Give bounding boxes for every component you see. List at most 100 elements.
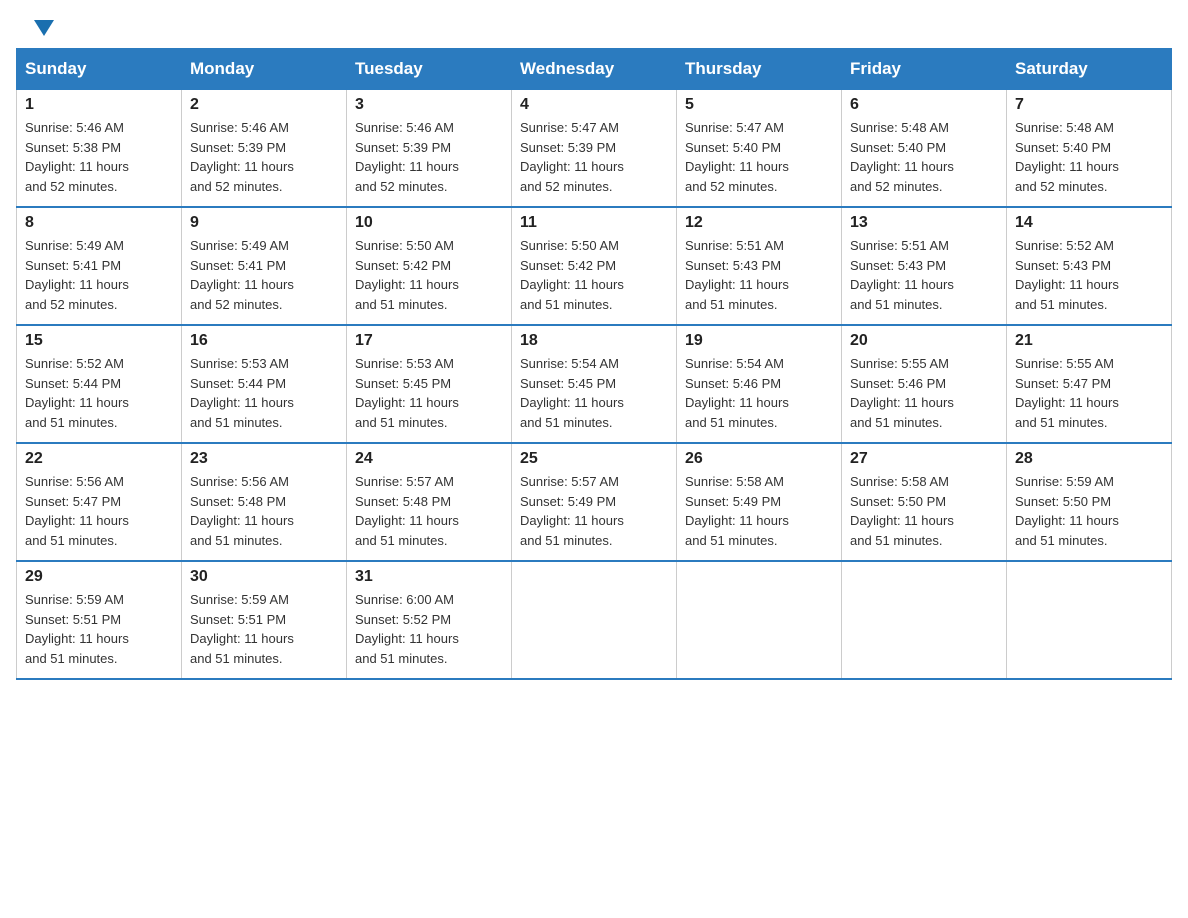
day-info: Sunrise: 5:47 AMSunset: 5:39 PMDaylight:… [520,118,668,196]
day-number: 12 [685,214,833,232]
day-cell: 31 Sunrise: 6:00 AMSunset: 5:52 PMDaylig… [347,561,512,679]
day-number: 19 [685,332,833,350]
day-info: Sunrise: 5:53 AMSunset: 5:44 PMDaylight:… [190,354,338,432]
day-cell: 25 Sunrise: 5:57 AMSunset: 5:49 PMDaylig… [512,443,677,561]
header-saturday: Saturday [1007,49,1172,90]
day-number: 15 [25,332,173,350]
calendar-header-row: SundayMondayTuesdayWednesdayThursdayFrid… [17,49,1172,90]
day-info: Sunrise: 5:55 AMSunset: 5:46 PMDaylight:… [850,354,998,432]
day-info: Sunrise: 5:59 AMSunset: 5:50 PMDaylight:… [1015,472,1163,550]
day-cell: 24 Sunrise: 5:57 AMSunset: 5:48 PMDaylig… [347,443,512,561]
day-cell: 20 Sunrise: 5:55 AMSunset: 5:46 PMDaylig… [842,325,1007,443]
day-info: Sunrise: 5:57 AMSunset: 5:49 PMDaylight:… [520,472,668,550]
day-info: Sunrise: 5:54 AMSunset: 5:46 PMDaylight:… [685,354,833,432]
day-number: 2 [190,96,338,114]
day-number: 9 [190,214,338,232]
day-cell: 10 Sunrise: 5:50 AMSunset: 5:42 PMDaylig… [347,207,512,325]
day-number: 13 [850,214,998,232]
day-cell: 9 Sunrise: 5:49 AMSunset: 5:41 PMDayligh… [182,207,347,325]
day-cell: 11 Sunrise: 5:50 AMSunset: 5:42 PMDaylig… [512,207,677,325]
day-number: 18 [520,332,668,350]
day-info: Sunrise: 5:50 AMSunset: 5:42 PMDaylight:… [520,236,668,314]
day-cell: 29 Sunrise: 5:59 AMSunset: 5:51 PMDaylig… [17,561,182,679]
day-number: 16 [190,332,338,350]
calendar-wrapper: SundayMondayTuesdayWednesdayThursdayFrid… [0,48,1188,696]
day-info: Sunrise: 5:59 AMSunset: 5:51 PMDaylight:… [190,590,338,668]
header-monday: Monday [182,49,347,90]
day-info: Sunrise: 5:49 AMSunset: 5:41 PMDaylight:… [25,236,173,314]
day-cell: 4 Sunrise: 5:47 AMSunset: 5:39 PMDayligh… [512,90,677,208]
day-cell: 14 Sunrise: 5:52 AMSunset: 5:43 PMDaylig… [1007,207,1172,325]
day-info: Sunrise: 5:49 AMSunset: 5:41 PMDaylight:… [190,236,338,314]
day-number: 27 [850,450,998,468]
day-info: Sunrise: 5:46 AMSunset: 5:38 PMDaylight:… [25,118,173,196]
day-number: 6 [850,96,998,114]
day-info: Sunrise: 5:46 AMSunset: 5:39 PMDaylight:… [190,118,338,196]
day-info: Sunrise: 5:55 AMSunset: 5:47 PMDaylight:… [1015,354,1163,432]
day-cell [1007,561,1172,679]
day-number: 22 [25,450,173,468]
day-cell [677,561,842,679]
day-number: 7 [1015,96,1163,114]
day-info: Sunrise: 5:53 AMSunset: 5:45 PMDaylight:… [355,354,503,432]
day-info: Sunrise: 5:58 AMSunset: 5:49 PMDaylight:… [685,472,833,550]
week-row-3: 22 Sunrise: 5:56 AMSunset: 5:47 PMDaylig… [17,443,1172,561]
calendar-body: 1 Sunrise: 5:46 AMSunset: 5:38 PMDayligh… [17,90,1172,680]
day-cell: 17 Sunrise: 5:53 AMSunset: 5:45 PMDaylig… [347,325,512,443]
header-friday: Friday [842,49,1007,90]
day-number: 4 [520,96,668,114]
day-number: 29 [25,568,173,586]
day-cell: 22 Sunrise: 5:56 AMSunset: 5:47 PMDaylig… [17,443,182,561]
week-row-0: 1 Sunrise: 5:46 AMSunset: 5:38 PMDayligh… [17,90,1172,208]
day-cell: 6 Sunrise: 5:48 AMSunset: 5:40 PMDayligh… [842,90,1007,208]
day-number: 23 [190,450,338,468]
day-number: 25 [520,450,668,468]
day-cell: 28 Sunrise: 5:59 AMSunset: 5:50 PMDaylig… [1007,443,1172,561]
day-info: Sunrise: 5:50 AMSunset: 5:42 PMDaylight:… [355,236,503,314]
day-number: 10 [355,214,503,232]
day-number: 31 [355,568,503,586]
header-wednesday: Wednesday [512,49,677,90]
day-cell: 5 Sunrise: 5:47 AMSunset: 5:40 PMDayligh… [677,90,842,208]
calendar-table: SundayMondayTuesdayWednesdayThursdayFrid… [16,48,1172,680]
day-cell: 7 Sunrise: 5:48 AMSunset: 5:40 PMDayligh… [1007,90,1172,208]
page-header [0,0,1188,48]
day-number: 1 [25,96,173,114]
day-number: 14 [1015,214,1163,232]
day-cell [512,561,677,679]
day-cell: 19 Sunrise: 5:54 AMSunset: 5:46 PMDaylig… [677,325,842,443]
logo [32,24,54,36]
day-cell: 26 Sunrise: 5:58 AMSunset: 5:49 PMDaylig… [677,443,842,561]
day-number: 3 [355,96,503,114]
day-number: 21 [1015,332,1163,350]
day-cell: 2 Sunrise: 5:46 AMSunset: 5:39 PMDayligh… [182,90,347,208]
day-info: Sunrise: 5:59 AMSunset: 5:51 PMDaylight:… [25,590,173,668]
day-number: 30 [190,568,338,586]
day-info: Sunrise: 5:51 AMSunset: 5:43 PMDaylight:… [850,236,998,314]
week-row-4: 29 Sunrise: 5:59 AMSunset: 5:51 PMDaylig… [17,561,1172,679]
day-cell: 15 Sunrise: 5:52 AMSunset: 5:44 PMDaylig… [17,325,182,443]
day-cell: 16 Sunrise: 5:53 AMSunset: 5:44 PMDaylig… [182,325,347,443]
day-info: Sunrise: 5:51 AMSunset: 5:43 PMDaylight:… [685,236,833,314]
day-info: Sunrise: 5:54 AMSunset: 5:45 PMDaylight:… [520,354,668,432]
day-number: 20 [850,332,998,350]
day-cell [842,561,1007,679]
day-info: Sunrise: 5:48 AMSunset: 5:40 PMDaylight:… [1015,118,1163,196]
day-cell: 8 Sunrise: 5:49 AMSunset: 5:41 PMDayligh… [17,207,182,325]
day-number: 26 [685,450,833,468]
day-cell: 27 Sunrise: 5:58 AMSunset: 5:50 PMDaylig… [842,443,1007,561]
day-cell: 3 Sunrise: 5:46 AMSunset: 5:39 PMDayligh… [347,90,512,208]
day-number: 24 [355,450,503,468]
day-cell: 13 Sunrise: 5:51 AMSunset: 5:43 PMDaylig… [842,207,1007,325]
day-number: 28 [1015,450,1163,468]
header-sunday: Sunday [17,49,182,90]
header-thursday: Thursday [677,49,842,90]
day-info: Sunrise: 5:52 AMSunset: 5:44 PMDaylight:… [25,354,173,432]
day-cell: 18 Sunrise: 5:54 AMSunset: 5:45 PMDaylig… [512,325,677,443]
day-info: Sunrise: 5:48 AMSunset: 5:40 PMDaylight:… [850,118,998,196]
day-info: Sunrise: 6:00 AMSunset: 5:52 PMDaylight:… [355,590,503,668]
day-number: 11 [520,214,668,232]
day-info: Sunrise: 5:57 AMSunset: 5:48 PMDaylight:… [355,472,503,550]
day-number: 5 [685,96,833,114]
day-cell: 23 Sunrise: 5:56 AMSunset: 5:48 PMDaylig… [182,443,347,561]
